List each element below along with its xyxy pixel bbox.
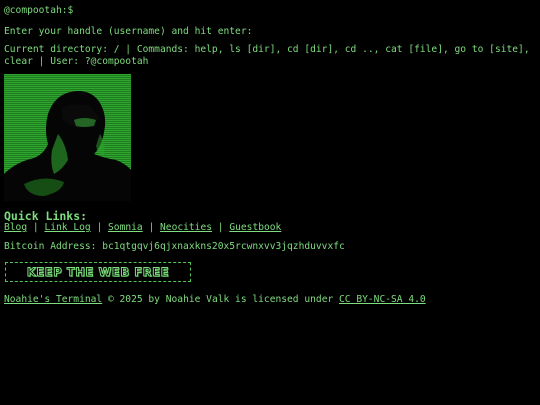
link-separator: | — [217, 222, 230, 233]
link-blog[interactable]: Blog — [4, 222, 27, 233]
quick-links-list: Blog | Link Log | Somnia | Neocities | G… — [4, 222, 281, 234]
bitcoin-address: Bitcoin Address: bc1qtgqvj6qjxnaxkns20x5… — [4, 241, 345, 252]
footer-site-link[interactable]: Noahie's Terminal — [4, 294, 102, 305]
footer-license-text: © 2025 by Noahie Valk is licensed under — [102, 294, 340, 305]
terminal-info: Current directory: / | Commands: help, l… — [4, 44, 530, 67]
badge-label: KEEP THE WEB FREE — [26, 265, 170, 280]
quick-links-title: Quick Links: — [4, 209, 88, 223]
footer-license-link[interactable]: CC BY-NC-SA 4.0 — [339, 294, 426, 305]
link-link-log[interactable]: Link Log — [44, 222, 90, 233]
link-somnia[interactable]: Somnia — [108, 222, 143, 233]
portrait-image — [4, 74, 131, 201]
link-separator: | — [148, 222, 161, 233]
footer: Noahie's Terminal © 2025 by Noahie Valk … — [4, 294, 426, 306]
link-guestbook[interactable]: Guestbook — [229, 222, 281, 233]
link-neocities[interactable]: Neocities — [160, 222, 212, 233]
terminal-prompt: @compootah:$ — [4, 5, 74, 16]
handle-prompt: Enter your handle (username) and hit ent… — [4, 26, 253, 37]
link-separator: | — [96, 222, 109, 233]
keep-the-web-free-badge[interactable]: KEEP THE WEB FREE — [5, 262, 191, 282]
link-separator: | — [32, 222, 45, 233]
